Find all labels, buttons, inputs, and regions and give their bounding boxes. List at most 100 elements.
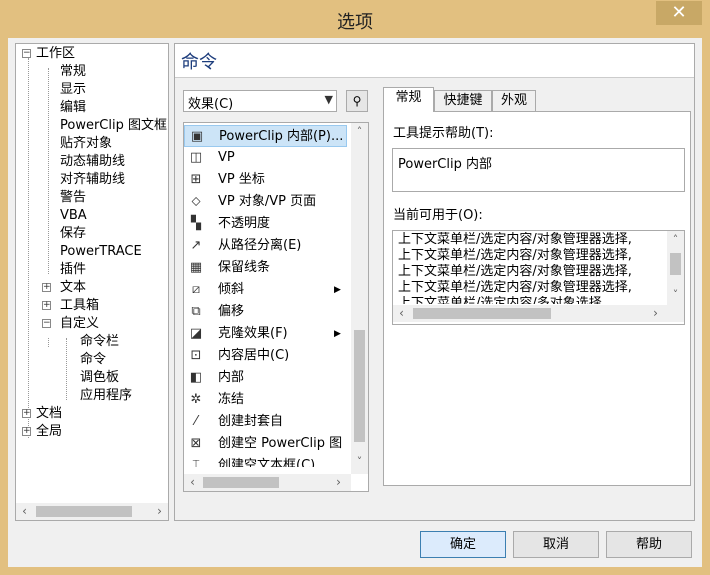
command-item[interactable]: ▚ 不透明度 [184,213,347,235]
scroll-right-icon[interactable]: › [151,503,168,520]
list-item: 上下文菜单栏/选定内容/对象管理器选择, [398,264,632,279]
title-bar: 选项 ✕ [0,0,710,38]
opacity-icon: ▚ [191,216,201,231]
command-label: 冻结 [218,392,245,407]
command-list-horizontal-scrollbar[interactable]: ‹ › [184,474,351,491]
binoculars-icon: ⚲ [352,94,362,108]
list-item: 上下文菜单栏/选定内容/对象管理器选择, [398,232,632,247]
command-item[interactable]: ⧉ 偏移 [184,301,347,323]
command-label: VP [218,150,235,165]
tree-item-plugins[interactable]: 插件 [60,261,86,279]
command-label: 偏移 [218,304,245,319]
inside-icon: ◧ [189,370,203,385]
scroll-thumb[interactable] [413,308,551,319]
command-item[interactable]: ▣ PowerClip 内部(P)... [184,125,347,147]
available-vertical-scrollbar[interactable]: ˄ ˅ [667,231,684,305]
command-list[interactable]: ▣ PowerClip 内部(P)... ◫ VP ⊞ VP 坐标 ⬦ VP 对… [183,122,369,492]
tab-shortcut-keys[interactable]: 快捷键 [434,90,492,111]
tree-item-label: 工作区 [36,46,76,61]
tree-item-command-bars[interactable]: 命令栏 [80,333,119,351]
scroll-down-icon[interactable]: ˅ [667,286,684,303]
scroll-left-icon[interactable]: ‹ [393,305,410,322]
tree-item-application[interactable]: 应用程序 [80,387,132,405]
clone-effect-icon: ◪ [189,326,203,341]
dialog-title: 选项 [337,12,373,33]
empty-powerclip-icon: ⊠ [190,436,202,451]
tooltip-help-field[interactable]: PowerClip 内部 [392,148,685,192]
command-item[interactable]: ↗ 从路径分离(E) [184,235,347,257]
dialog-client: − 工作区 常规 显示 编辑 PowerClip 图文框 贴齐对象 动态辅助线 … [8,38,702,567]
tree-item-powertrace[interactable]: PowerTRACE [60,243,142,261]
tree-item-vba[interactable]: VBA [60,207,87,225]
cancel-button[interactable]: 取消 [513,531,599,558]
currently-available-list[interactable]: 上下文菜单栏/选定内容/对象管理器选择, 上下文菜单栏/选定内容/对象管理器选择… [392,230,685,325]
tree-item-commands[interactable]: 命令 [80,351,106,369]
tree-item-palettes[interactable]: 调色板 [80,369,119,387]
tree-item-alignment-guides[interactable]: 对齐辅助线 [60,171,125,189]
tree-guide-line [66,338,67,400]
options-dialog: 选项 ✕ − 工作区 常规 显示 编辑 PowerClip 图文框 贴齐对象 动… [0,0,710,575]
expand-icon[interactable]: + [22,427,31,436]
command-list-vertical-scrollbar[interactable]: ˄ ˅ [351,123,368,474]
expand-icon[interactable]: + [22,409,31,418]
tree-item-label: 工具箱 [60,298,100,313]
scroll-thumb[interactable] [203,477,279,488]
tree-horizontal-scrollbar[interactable]: ‹ › [16,503,168,520]
chevron-down-icon[interactable]: ▼ [325,93,333,106]
scroll-thumb[interactable] [670,253,681,275]
command-label: 内容居中(C) [218,348,290,363]
category-dropdown[interactable]: 效果(C) ▼ [183,90,337,112]
command-item[interactable]: ⊡ 内容居中(C) [184,345,347,367]
help-button[interactable]: 帮助 [606,531,692,558]
command-item[interactable]: ▦ 保留线条 [184,257,347,279]
submenu-arrow-icon: ▶ [334,285,341,295]
tab-general[interactable]: 常规 [383,87,434,112]
available-horizontal-scrollbar[interactable]: ‹ › [393,305,684,322]
empty-textframe-icon: ⌶ [192,458,200,467]
tree-item-display[interactable]: 显示 [60,81,86,99]
tree-item-dynamic-guides[interactable]: 动态辅助线 [60,153,125,171]
expand-icon[interactable]: + [42,283,51,292]
scroll-left-icon[interactable]: ‹ [184,474,201,491]
skew-icon: ⧄ [191,282,201,297]
command-item[interactable]: ✲ 冻结 [184,389,347,411]
command-label: 倾斜 [218,282,245,297]
collapse-icon[interactable]: − [42,319,51,328]
category-dropdown-value: 效果(C) [188,97,234,112]
scroll-thumb[interactable] [36,506,132,517]
command-item[interactable]: ⬦ VP 对象/VP 页面 [184,191,347,213]
scroll-down-icon[interactable]: ˅ [351,453,368,470]
vp-object-icon: ⬦ [191,194,201,209]
command-item[interactable]: ◫ VP [184,147,347,169]
command-item[interactable]: ◧ 内部 [184,367,347,389]
tree-item-edit[interactable]: 编辑 [60,99,86,117]
find-button[interactable]: ⚲ [346,90,368,112]
powerclip-inside-icon: ▣ [190,129,204,144]
list-item: 上下文菜单栏/选定内容/对象管理器选择, [398,248,632,263]
scroll-right-icon[interactable]: › [647,305,664,322]
scroll-up-icon[interactable]: ˄ [351,123,368,140]
tree-item-save[interactable]: 保存 [60,225,86,243]
category-tree[interactable]: − 工作区 常规 显示 编辑 PowerClip 图文框 贴齐对象 动态辅助线 … [15,43,169,521]
collapse-icon[interactable]: − [22,49,31,58]
command-item[interactable]: ⊞ VP 坐标 [184,169,347,191]
scroll-left-icon[interactable]: ‹ [16,503,33,520]
close-button[interactable]: ✕ [656,1,702,25]
tree-item-warnings[interactable]: 警告 [60,189,86,207]
tree-item-powerclip-frame[interactable]: PowerClip 图文框 [60,117,167,135]
command-item[interactable]: ⊠ 创建空 PowerClip 图 [184,433,347,455]
scroll-right-icon[interactable]: › [330,474,347,491]
tab-appearance[interactable]: 外观 [492,90,536,111]
command-item[interactable]: ◪ 克隆效果(F) ▶ [184,323,347,345]
scroll-up-icon[interactable]: ˄ [667,231,684,248]
command-item[interactable]: ⧄ 倾斜 ▶ [184,279,347,301]
tree-item-snap-objects[interactable]: 贴齐对象 [60,135,112,153]
expand-icon[interactable]: + [42,301,51,310]
scroll-thumb[interactable] [354,330,365,442]
vp-coords-icon: ⊞ [190,172,202,187]
command-item[interactable]: ⁄ 创建封套自 [184,411,347,433]
tree-item-label: 自定义 [60,316,100,331]
command-item[interactable]: ⌶ 创建空文本框(C) [184,455,347,467]
tree-item-general[interactable]: 常规 [60,63,86,81]
ok-button[interactable]: 确定 [420,531,506,558]
